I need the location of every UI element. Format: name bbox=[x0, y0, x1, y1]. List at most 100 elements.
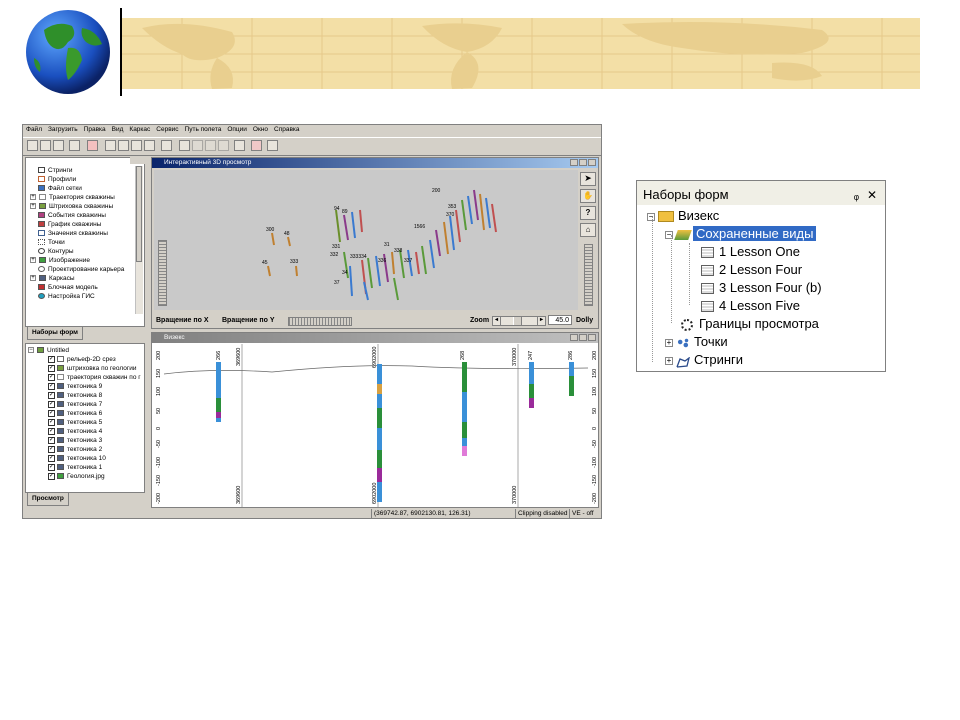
exit-icon[interactable] bbox=[251, 140, 262, 151]
menu-file[interactable]: Файл bbox=[23, 125, 45, 134]
expand-icon[interactable]: + bbox=[30, 194, 36, 201]
view-icon[interactable] bbox=[69, 140, 80, 151]
menu-window[interactable]: Окно bbox=[250, 125, 271, 134]
layer-item[interactable]: ✓ тектоника 6 bbox=[28, 409, 142, 418]
save-all-icon[interactable] bbox=[53, 140, 64, 151]
view3d-canvas[interactable]: 300 48 45 333 331 332 333334 336 338 337… bbox=[154, 170, 578, 310]
layer-checkbox[interactable]: ✓ bbox=[48, 391, 55, 399]
layer-checkbox[interactable]: ✓ bbox=[48, 409, 55, 417]
layer-checkbox[interactable]: ✓ bbox=[48, 418, 55, 426]
tree-item[interactable]: + Каркасы bbox=[28, 274, 136, 283]
hand-icon[interactable]: ✋ bbox=[580, 189, 596, 203]
help-icon[interactable]: ? bbox=[580, 206, 596, 220]
layer-checkbox[interactable]: ✓ bbox=[48, 400, 55, 408]
saved-view-item[interactable]: 3 Lesson Four (b) bbox=[701, 279, 822, 297]
layer-item[interactable]: ✓ рельеф-2D срез bbox=[28, 355, 142, 364]
menu-options[interactable]: Опции bbox=[224, 125, 250, 134]
layer-checkbox[interactable]: ✓ bbox=[48, 454, 55, 462]
tree-item[interactable]: График скважины bbox=[28, 220, 136, 229]
tree-item-strings[interactable]: + Стринги bbox=[665, 351, 743, 369]
menu-edit[interactable]: Правка bbox=[81, 125, 109, 134]
open-icon[interactable] bbox=[27, 140, 38, 151]
zoom-slider[interactable] bbox=[500, 316, 538, 326]
tree-item[interactable]: + Изображение bbox=[28, 256, 136, 265]
layer-checkbox[interactable]: ✓ bbox=[48, 382, 55, 390]
layer-item[interactable]: ✓ тектоника 9 bbox=[28, 382, 142, 391]
tree-item[interactable]: События скважины bbox=[28, 211, 136, 220]
tree-item[interactable]: Профили bbox=[28, 175, 136, 184]
layer-item[interactable]: ✓ штриховка по геологии bbox=[28, 364, 142, 373]
tree-item[interactable]: Проектирование карьера bbox=[28, 265, 136, 274]
layer-checkbox[interactable]: ✓ bbox=[48, 445, 55, 453]
minimize-button[interactable] bbox=[570, 159, 578, 166]
layer-checkbox[interactable]: ✓ bbox=[48, 472, 55, 480]
rotate-y-slider[interactable] bbox=[288, 317, 352, 326]
view-three-icon[interactable] bbox=[131, 140, 142, 151]
minimize-button[interactable] bbox=[570, 334, 578, 341]
layer-item[interactable]: ✓ тектоника 8 bbox=[28, 391, 142, 400]
saved-view-item[interactable]: 1 Lesson One bbox=[701, 243, 800, 261]
view-four-icon[interactable] bbox=[144, 140, 155, 151]
tree-item-saved-views[interactable]: − Сохраненные виды bbox=[665, 225, 817, 243]
view-one-icon[interactable] bbox=[105, 140, 116, 151]
expand-icon[interactable]: + bbox=[665, 356, 673, 365]
layer-item[interactable]: ✓ тектоника 3 bbox=[28, 436, 142, 445]
close-button[interactable] bbox=[588, 334, 596, 341]
home-icon[interactable]: ⌂ bbox=[580, 223, 596, 237]
menu-wireframe[interactable]: Каркас bbox=[126, 125, 153, 134]
layer-item[interactable]: ✓ тектоника 4 bbox=[28, 427, 142, 436]
saved-view-item[interactable]: 2 Lesson Four bbox=[701, 261, 802, 279]
menu-tools[interactable]: Сервис bbox=[153, 125, 181, 134]
tree-item[interactable]: Настройка ГИС bbox=[28, 292, 136, 301]
expand-icon[interactable]: + bbox=[30, 275, 36, 282]
import-icon[interactable] bbox=[87, 140, 98, 151]
tree-item[interactable]: Значения скважины bbox=[28, 229, 136, 238]
save-icon[interactable] bbox=[40, 140, 51, 151]
cursor-icon[interactable]: ➤ bbox=[580, 172, 596, 186]
maximize-button[interactable] bbox=[579, 159, 587, 166]
tree-item[interactable]: Блочная модель bbox=[28, 283, 136, 292]
zoom-vertical-slider[interactable] bbox=[584, 244, 593, 306]
layer-item[interactable]: ✓ тектоника 7 bbox=[28, 400, 142, 409]
forward-arrow-icon[interactable] bbox=[218, 140, 229, 151]
maximize-button[interactable] bbox=[579, 334, 587, 341]
layer-checkbox[interactable]: ✓ bbox=[48, 355, 55, 363]
saved-view-item[interactable]: 4 Lesson Five bbox=[701, 297, 800, 315]
grid-icon[interactable] bbox=[161, 140, 172, 151]
pin-icon[interactable]: ᵩ bbox=[854, 181, 859, 209]
panel-buttons[interactable] bbox=[130, 157, 146, 164]
tab-view[interactable]: Просмотр bbox=[27, 493, 69, 506]
expand-icon[interactable]: + bbox=[30, 257, 36, 264]
tree-item[interactable]: Контуры bbox=[28, 247, 136, 256]
tab-form-sets[interactable]: Наборы форм bbox=[27, 327, 83, 340]
tree-root-vizex[interactable]: − Визекс bbox=[647, 207, 719, 225]
section-plot[interactable]: 200 150 100 50 0 -50 -100 -150 -200 200 … bbox=[152, 344, 598, 507]
layer-item[interactable]: ✓ тектоника 5 bbox=[28, 418, 142, 427]
tree-item[interactable]: + Траектория скважины bbox=[28, 193, 136, 202]
tree-item[interactable]: + Штриховка скважины bbox=[28, 202, 136, 211]
layer-checkbox[interactable]: ✓ bbox=[48, 427, 55, 435]
layer-item[interactable]: ✓ тектоника 1 bbox=[28, 463, 142, 472]
layer-checkbox[interactable]: ✓ bbox=[48, 373, 55, 381]
menu-flight-path[interactable]: Путь полета bbox=[182, 125, 225, 134]
help-cursor-icon[interactable] bbox=[267, 140, 278, 151]
layer-item[interactable]: ✓ траектория скважин по г bbox=[28, 373, 142, 382]
tree-item-view-bounds[interactable]: Границы просмотра bbox=[681, 315, 819, 333]
vertical-scrollbar[interactable] bbox=[135, 166, 143, 314]
tree-item[interactable]: Файл сетки bbox=[28, 184, 136, 193]
back-arrow-icon[interactable] bbox=[205, 140, 216, 151]
expand-icon[interactable]: + bbox=[30, 203, 36, 210]
paste-icon[interactable] bbox=[192, 140, 203, 151]
collapse-icon[interactable]: − bbox=[28, 347, 34, 354]
tree-item[interactable]: Точки bbox=[28, 238, 136, 247]
zoom-value-field[interactable]: 45.0 bbox=[548, 315, 572, 325]
menu-view[interactable]: Вид bbox=[109, 125, 127, 134]
layer-item[interactable]: ✓ тектоника 10 bbox=[28, 454, 142, 463]
layer-item[interactable]: ✓ тектоника 2 bbox=[28, 445, 142, 454]
menu-help[interactable]: Справка bbox=[271, 125, 303, 134]
view-two-icon[interactable] bbox=[118, 140, 129, 151]
expand-icon[interactable]: + bbox=[665, 338, 673, 347]
rotation-z-slider[interactable] bbox=[158, 240, 167, 306]
tree-item[interactable]: Стринги bbox=[28, 166, 136, 175]
tree-root[interactable]: − Untitled bbox=[28, 346, 142, 355]
